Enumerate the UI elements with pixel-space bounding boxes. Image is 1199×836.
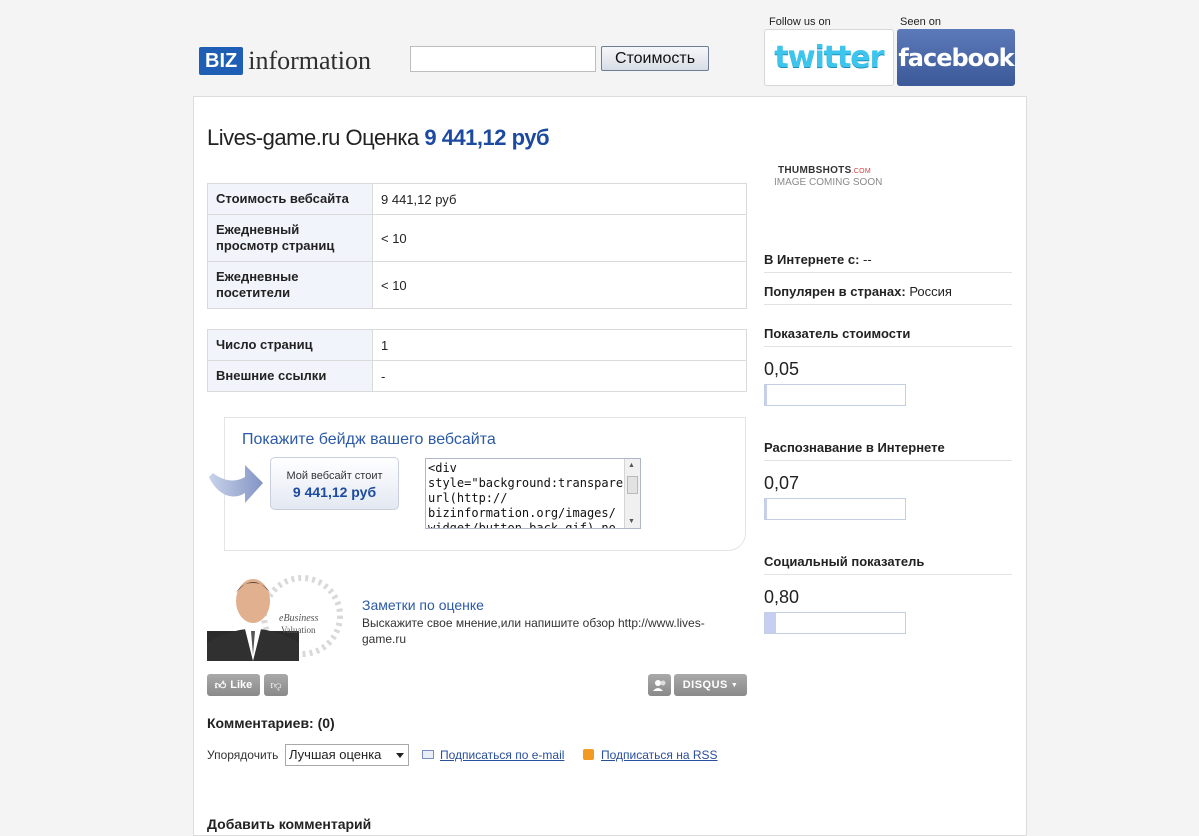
code-scrollbar[interactable]: ▲ ▼ [624, 459, 640, 528]
twitter-link[interactable]: twitter [764, 29, 894, 86]
online-since: В Интернете с: -- [764, 252, 872, 267]
chevron-down-icon [396, 753, 404, 758]
popular-label: Популярен в странах: [764, 284, 906, 299]
table-row: Ежедневные посетители < 10 [207, 261, 747, 309]
table-row: Число страниц 1 [207, 329, 747, 361]
thumbshots-com: .COM [851, 168, 872, 175]
stat-value: 9 441,12 руб [372, 183, 747, 215]
ebusiness-valuation-image: eBusiness Valuation [207, 571, 347, 661]
email-icon [422, 750, 434, 759]
scroll-down-icon[interactable]: ▼ [628, 518, 635, 525]
badge-code-textarea[interactable]: <div style="background:transparen url(ht… [425, 458, 641, 529]
metric-bar-fill [765, 613, 777, 633]
metric-bar-fill [765, 385, 768, 405]
stat-label: Ежедневный просмотр страниц [207, 214, 373, 262]
stat-label: Число страниц [207, 329, 373, 361]
divider [764, 460, 1012, 461]
badge-heading: Покажите бейдж вашего вебсайта [242, 431, 496, 448]
popular-in: Популярен в странах: Россия [764, 284, 952, 299]
notes-text: Выскажите свое мнение,или напишите обзор… [362, 616, 705, 646]
page-title: Lives-game.ru Оценка 9 441,12 руб [207, 125, 550, 151]
metric-bar [764, 612, 906, 634]
thumbshots-logo: THUMBSHOTS.COM [778, 165, 871, 176]
metric-value: 0,05 [764, 359, 800, 379]
divider [764, 346, 1012, 347]
badge-preview-button[interactable]: Мой вебсайт стоит 9 441,12 руб [270, 457, 399, 510]
thumbshots-label: THUMBSHOTS [778, 165, 852, 176]
stat-label: Ежедневные посетители [207, 261, 373, 309]
site-name: Lives-game.ru [207, 125, 340, 150]
like-button[interactable]: 👍︎ Like [207, 674, 260, 696]
scroll-thumb[interactable] [627, 476, 638, 494]
table-row: Стоимость вебсайта 9 441,12 руб [207, 183, 747, 215]
sort-select[interactable]: Лучшая оценка [285, 744, 409, 766]
valuation-amount: 9 441,12 руб [424, 125, 550, 150]
stat-value: 1 [372, 329, 747, 361]
logo-information: information [248, 46, 371, 75]
like-label: Like [230, 679, 253, 691]
site-logo[interactable]: BIZ information [199, 46, 371, 76]
table-row: Внешние ссылки - [207, 360, 747, 392]
notes-title-link[interactable]: Заметки по оценке [362, 597, 484, 613]
logo-biz: BIZ [199, 47, 244, 75]
popular-value: Россия [909, 284, 952, 299]
dislike-button[interactable]: 👎︎ [264, 674, 288, 696]
disqus-menu-button[interactable]: DISQUS ▼ [674, 674, 747, 696]
stat-value: - [372, 360, 747, 392]
table-row: Ежедневный просмотр страниц < 10 [207, 214, 747, 262]
stat-value: < 10 [372, 261, 747, 309]
divider [764, 304, 1012, 305]
title-word: Оценка [345, 125, 420, 150]
metric-label: Показатель стоимости [764, 326, 911, 341]
facebook-link[interactable]: facebook [897, 29, 1015, 86]
traffic-stats-table: Стоимость вебсайта 9 441,12 руб Ежедневн… [207, 183, 747, 309]
metric-value: 0,07 [764, 473, 800, 493]
stat-value: < 10 [372, 214, 747, 262]
subscribe-rss-link[interactable]: Подписаться на RSS [601, 748, 718, 762]
image-coming-soon: IMAGE COMING SOON [774, 177, 883, 188]
person-caption-2: Valuation [281, 625, 316, 635]
metric-value: 0,80 [764, 587, 800, 607]
metric-bar [764, 498, 906, 520]
follow-us-label: Follow us on [769, 16, 831, 28]
links-stats-table: Число страниц 1 Внешние ссылки - [207, 329, 747, 392]
badge-line-2: 9 441,12 руб [292, 484, 377, 500]
caret-down-icon: ▼ [730, 681, 739, 689]
sort-selected-value: Лучшая оценка [289, 747, 382, 762]
stat-label: Внешние ссылки [207, 360, 373, 392]
metric-bar [764, 384, 906, 406]
badge-line-1: Мой вебсайт стоит [286, 470, 383, 482]
seen-on-label: Seen on [900, 16, 941, 28]
disqus-label: DISQUS [682, 679, 728, 691]
add-comment-heading: Добавить комментарий [207, 816, 372, 832]
stat-label: Стоимость вебсайта [207, 183, 373, 215]
rss-icon [583, 749, 594, 760]
curved-arrow-icon [205, 449, 267, 512]
divider [764, 272, 1012, 273]
website-url-input[interactable] [410, 46, 596, 72]
metric-bar-fill [765, 499, 768, 519]
divider [764, 574, 1012, 575]
thumbs-up-icon: 👍︎ [214, 679, 227, 692]
valuation-button[interactable]: Стоимость [601, 46, 709, 71]
metric-label: Социальный показатель [764, 554, 925, 569]
online-since-value: -- [863, 252, 872, 267]
person-caption-1: eBusiness [279, 613, 319, 624]
subscribe-email-link[interactable]: Подписаться по e-mail [440, 748, 564, 762]
online-since-label: В Интернете с: [764, 252, 860, 267]
community-button[interactable] [648, 674, 671, 696]
sort-label: Упорядочить [207, 748, 279, 762]
thumbs-down-icon: 👎︎ [270, 679, 282, 692]
comments-count-heading: Комментариев: (0) [207, 715, 335, 731]
people-icon [652, 680, 665, 691]
metric-label: Распознавание в Интернете [764, 440, 945, 455]
scroll-up-icon[interactable]: ▲ [628, 462, 635, 469]
